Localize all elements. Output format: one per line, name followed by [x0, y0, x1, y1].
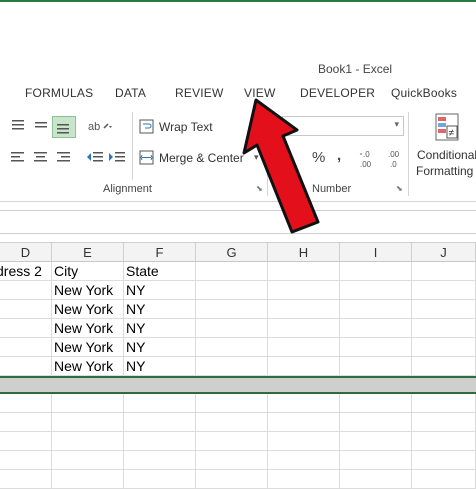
red-arrow-annotation	[242, 98, 320, 234]
